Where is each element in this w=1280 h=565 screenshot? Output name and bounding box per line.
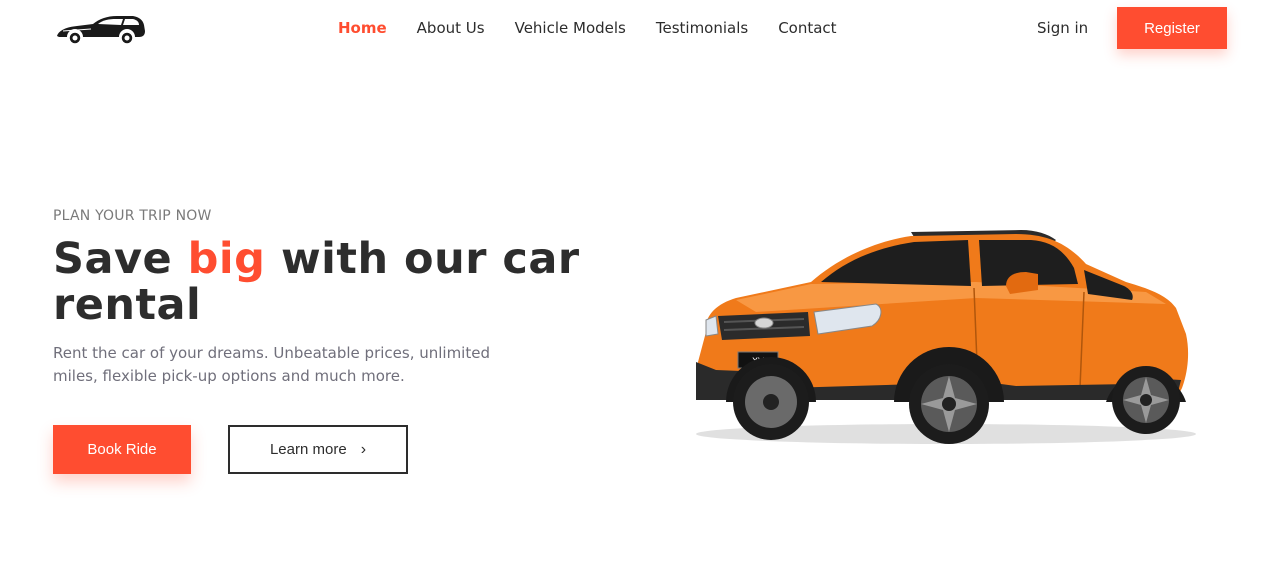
book-ride-button[interactable]: Book Ride (53, 425, 191, 474)
orange-suv-image: XV (696, 230, 1196, 444)
headline-part-1: Save (53, 234, 188, 284)
site-header: Home About Us Vehicle Models Testimonial… (0, 0, 1280, 56)
nav-vehicle-models[interactable]: Vehicle Models (515, 17, 626, 39)
register-button[interactable]: Register (1117, 7, 1227, 49)
front-right-wheel (909, 364, 989, 444)
nav-about-us[interactable]: About Us (417, 17, 485, 39)
car-logo-icon[interactable] (53, 8, 147, 48)
hero-subtext: Rent the car of your dreams. Unbeatable … (53, 344, 490, 385)
nav-home[interactable]: Home (338, 17, 387, 39)
learn-more-button[interactable]: Learn more › (228, 425, 408, 474)
learn-more-label: Learn more (269, 441, 347, 458)
front-left-wheel (733, 364, 809, 440)
headline-accent: big (187, 234, 266, 284)
hero-eyebrow: PLAN YOUR TRIP NOW (53, 208, 212, 224)
nav-testimonials[interactable]: Testimonials (656, 17, 748, 39)
chevron-right-icon: › (360, 440, 367, 458)
rear-wheel (1112, 366, 1180, 434)
main-nav: Home About Us Vehicle Models Testimonial… (338, 17, 837, 39)
nav-contact[interactable]: Contact (778, 17, 836, 39)
sign-in-link[interactable]: Sign in (1037, 17, 1088, 39)
hero-headline: Save big with our car rental (53, 236, 613, 328)
